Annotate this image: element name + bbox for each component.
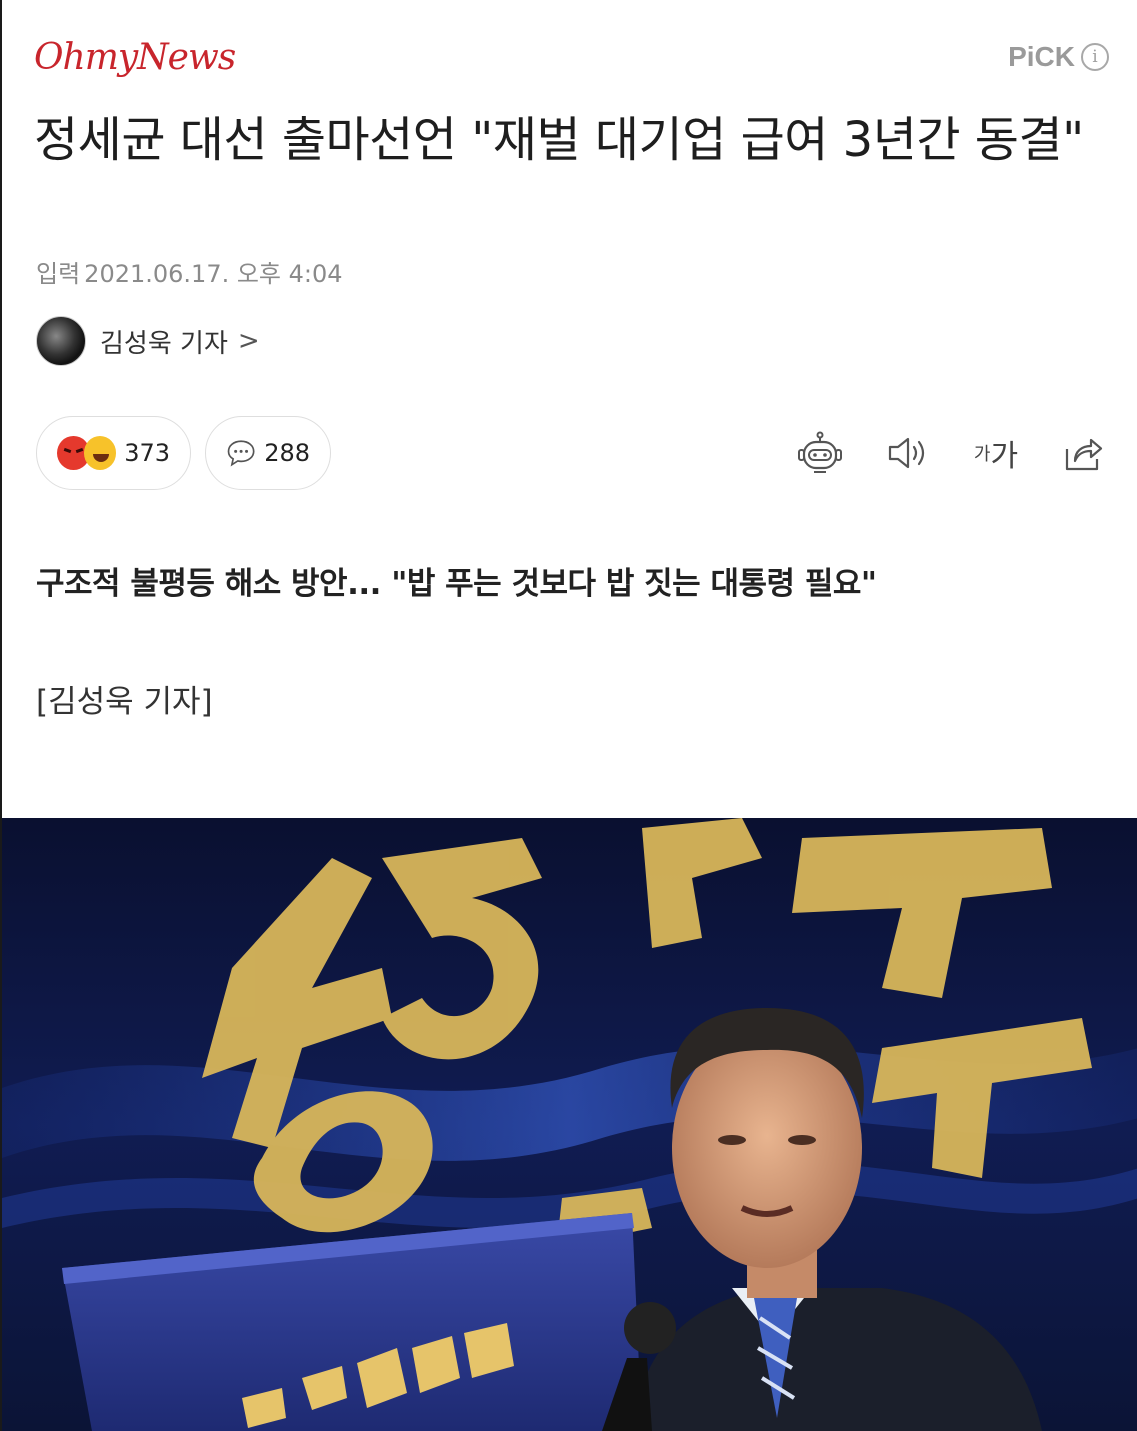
text-to-speech-button[interactable] bbox=[885, 430, 931, 476]
reaction-count: 373 bbox=[124, 439, 170, 467]
article-subtitle: 구조적 불평등 해소 방안... "밥 푸는 것보다 밥 짓는 대통령 필요" bbox=[36, 566, 877, 602]
author-name: 김성욱 기자 bbox=[100, 328, 228, 359]
publish-date: 입력 2021.06.17. 오후 4:04 bbox=[36, 254, 343, 289]
comment-bubble-icon bbox=[227, 440, 255, 467]
article-tools: 가가 bbox=[797, 430, 1107, 476]
share-icon bbox=[1065, 438, 1103, 471]
date-value: 2021.06.17. 오후 4:04 bbox=[84, 260, 343, 288]
date-label: 입력 bbox=[36, 260, 81, 288]
header: OhmyNews PiCK i bbox=[34, 32, 1109, 82]
article-headline: 정세균 대선 출마선언 "재벌 대기업 급여 3년간 동결" bbox=[34, 112, 1084, 168]
reaction-button[interactable]: 373 bbox=[36, 416, 191, 490]
speaker-icon bbox=[888, 437, 925, 469]
action-row: 373 288 가 가 bbox=[36, 416, 1107, 490]
pick-label: PiCK bbox=[1008, 41, 1075, 72]
article-photo[interactable] bbox=[2, 818, 1137, 1431]
article-byline: [김성욱 기자] bbox=[36, 684, 213, 720]
info-icon[interactable]: i bbox=[1081, 43, 1109, 71]
author-avatar bbox=[36, 316, 86, 366]
robot-icon bbox=[798, 431, 842, 473]
font-size-small-label: 가 bbox=[973, 444, 991, 465]
comment-count: 288 bbox=[264, 439, 310, 467]
article-page: OhmyNews PiCK i 정세균 대선 출마선언 "재벌 대기업 급여 3… bbox=[0, 0, 1137, 1431]
comment-button[interactable]: 288 bbox=[205, 416, 331, 490]
ohmynews-logo[interactable]: OhmyNews bbox=[34, 37, 236, 78]
pick-badge[interactable]: PiCK i bbox=[1008, 41, 1109, 73]
speech-stage-image bbox=[2, 818, 1137, 1431]
font-size-button[interactable]: 가가 bbox=[973, 430, 1019, 476]
author-link[interactable]: 김성욱 기자 > bbox=[36, 316, 260, 366]
summary-bot-button[interactable] bbox=[797, 430, 843, 476]
share-button[interactable] bbox=[1061, 430, 1107, 476]
laugh-emoji-icon bbox=[83, 436, 117, 470]
chevron-right-icon: > bbox=[237, 326, 260, 356]
font-size-large-label: 가 bbox=[990, 439, 1019, 474]
